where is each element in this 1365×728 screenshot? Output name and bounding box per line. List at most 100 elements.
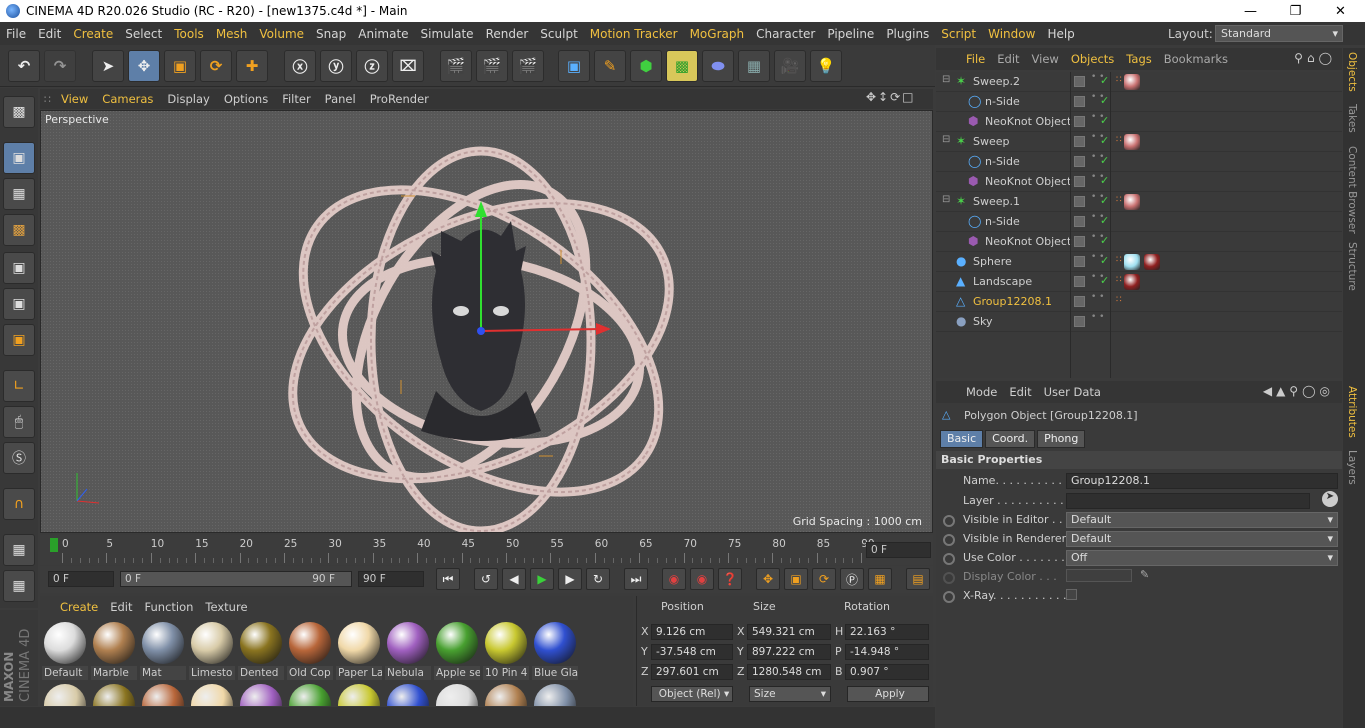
use-color-select[interactable]: Off ▾ — [1066, 550, 1338, 566]
attribute-menu-edit[interactable]: Edit — [1003, 385, 1037, 399]
layer-checkbox-icon[interactable] — [1074, 136, 1085, 147]
previous-key-icon[interactable]: ↺ — [474, 568, 498, 590]
enabled-check-icon[interactable]: ✓ — [1100, 234, 1109, 247]
rotate-tool-button[interactable]: ⟳ — [200, 50, 232, 82]
xray-checkbox[interactable] — [1066, 589, 1077, 600]
object-row-n-side[interactable]: ◯ n-Side • • ✓ — [936, 152, 1342, 172]
material-paper-la[interactable]: Paper La — [336, 620, 382, 680]
attribute-tab-coord[interactable]: Coord. — [985, 430, 1036, 448]
menu-character[interactable]: Character — [750, 27, 821, 41]
size-x-field[interactable]: 549.321 cm — [747, 624, 831, 640]
layer-checkbox-icon[interactable] — [1074, 196, 1085, 207]
points-mode-button[interactable]: ▣ — [3, 252, 35, 284]
y-axis-lock-button[interactable]: ⓨ — [320, 50, 352, 82]
material-tag-icon[interactable] — [1124, 134, 1140, 150]
start-frame-field[interactable]: 0 F — [48, 571, 114, 587]
material-limesto[interactable]: Limesto — [189, 620, 235, 680]
coordinate-system-button[interactable]: ⌧ — [392, 50, 424, 82]
object-row-neoknot-object[interactable]: ⬢ NeoKnot Object • • ✓ — [936, 172, 1342, 192]
menu-volume[interactable]: Volume — [253, 27, 310, 41]
timeline[interactable]: 051015202530354045505560657075808590 0 F — [40, 535, 933, 565]
render-settings-button[interactable]: 🎬 — [512, 50, 544, 82]
viewport-nav-icons[interactable]: ✥↕⟳□ — [866, 90, 916, 104]
side-tab-structure[interactable]: Structure — [1346, 242, 1358, 291]
model-mode-button[interactable]: ▣ — [3, 142, 35, 174]
enabled-check-icon[interactable]: ✓ — [1100, 154, 1109, 167]
viewport-menu-prorender[interactable]: ProRender — [363, 92, 436, 106]
viewport-menu-panel[interactable]: Panel — [318, 92, 363, 106]
camera-button[interactable]: 🎥 — [774, 50, 806, 82]
enabled-check-icon[interactable]: ✓ — [1100, 274, 1109, 287]
object-row-neoknot-object[interactable]: ⬢ NeoKnot Object • • ✓ — [936, 232, 1342, 252]
material-menu-edit[interactable]: Edit — [104, 600, 138, 614]
object-menu-file[interactable]: File — [960, 52, 991, 66]
material-preview-row2[interactable] — [189, 682, 235, 706]
material-tag-icon[interactable] — [1124, 254, 1140, 270]
polygons-mode-button[interactable]: ▣ — [3, 324, 35, 356]
solo-button[interactable]: Ⓢ — [3, 442, 35, 474]
attribute-menu-mode[interactable]: Mode — [960, 385, 1003, 399]
enabled-check-icon[interactable]: ✓ — [1100, 194, 1109, 207]
menu-plugins[interactable]: Plugins — [880, 27, 935, 41]
record-position-icon[interactable]: ✥ — [756, 568, 780, 590]
go-to-start-icon[interactable]: ⏮ — [436, 568, 460, 590]
minimize-button[interactable]: — — [1228, 0, 1273, 22]
size-y-field[interactable]: 897.222 cm — [747, 644, 831, 660]
layer-checkbox-icon[interactable] — [1074, 96, 1085, 107]
z-axis-lock-button[interactable]: ⓩ — [356, 50, 388, 82]
viewport-menu-view[interactable]: View — [54, 92, 95, 106]
menu-motion-tracker[interactable]: Motion Tracker — [584, 27, 684, 41]
current-frame-field[interactable]: 0 F — [866, 542, 931, 558]
enabled-check-icon[interactable]: ✓ — [1100, 74, 1109, 87]
material-preview-row2[interactable] — [91, 682, 137, 706]
light-button[interactable]: 💡 — [810, 50, 842, 82]
search-icon[interactable]: ⚲⌂◯ — [1294, 51, 1336, 65]
layer-checkbox-icon[interactable] — [1074, 316, 1085, 327]
menu-snap[interactable]: Snap — [310, 27, 352, 41]
record-parameter-icon[interactable]: Ⓟ — [840, 568, 864, 590]
render-to-picture-viewer-button[interactable]: 🎬 — [476, 50, 508, 82]
layer-checkbox-icon[interactable] — [1074, 256, 1085, 267]
layer-checkbox-icon[interactable] — [1074, 156, 1085, 167]
object-row-sweep-1[interactable]: ✶ Sweep.1 • • ✓ ∷ ⊟ — [936, 192, 1342, 212]
name-field[interactable]: Group12208.1 — [1066, 473, 1338, 489]
attribute-menu-user-data[interactable]: User Data — [1038, 385, 1107, 399]
timeline-window-icon[interactable]: ▤ — [906, 568, 930, 590]
material-old-cop[interactable]: Old Cop — [287, 620, 333, 680]
collapse-icon[interactable]: ⊟ — [942, 134, 950, 145]
object-row-sweep[interactable]: ✶ Sweep • • ✓ ∷ ⊟ — [936, 132, 1342, 152]
layer-checkbox-icon[interactable] — [1074, 176, 1085, 187]
layer-checkbox-icon[interactable] — [1074, 76, 1085, 87]
live-selection-button[interactable]: ➤ — [92, 50, 124, 82]
menu-edit[interactable]: Edit — [32, 27, 67, 41]
color-picker-icon[interactable]: ✎ — [1140, 568, 1149, 581]
viewport-menu-options[interactable]: Options — [217, 92, 275, 106]
snap-button[interactable]: ∩ — [3, 488, 35, 520]
menu-script[interactable]: Script — [935, 27, 982, 41]
viewport-menu-display[interactable]: Display — [160, 92, 216, 106]
recent-tools-button[interactable]: ✚ — [236, 50, 268, 82]
grid-button[interactable]: ▦ — [3, 570, 35, 602]
side-tab-objects[interactable]: Objects — [1346, 52, 1358, 92]
next-frame-icon[interactable]: ▶ — [558, 568, 582, 590]
material-preview-row2[interactable] — [532, 682, 578, 706]
attribute-tab-phong[interactable]: Phong — [1037, 430, 1086, 448]
viewport-menu-filter[interactable]: Filter — [275, 92, 317, 106]
material-preview-row2[interactable] — [42, 682, 88, 706]
scale-tool-button[interactable]: ▣ — [164, 50, 196, 82]
visible-in-editor-select[interactable]: Default ▾ — [1066, 512, 1338, 528]
use-color-anim-icon[interactable] — [943, 553, 955, 565]
material-tag-icon[interactable] — [1124, 194, 1140, 210]
enabled-check-icon[interactable]: ✓ — [1100, 174, 1109, 187]
redo-button[interactable]: ↷ — [44, 50, 76, 82]
visible-editor-anim-icon[interactable] — [943, 515, 955, 527]
menu-window[interactable]: Window — [982, 27, 1041, 41]
size-mode-select[interactable]: Size ▾ — [749, 686, 831, 702]
enabled-check-icon[interactable]: ✓ — [1100, 134, 1109, 147]
material-tag-icon[interactable] — [1124, 274, 1140, 290]
visible-renderer-anim-icon[interactable] — [943, 534, 955, 546]
menu-simulate[interactable]: Simulate — [415, 27, 480, 41]
menu-animate[interactable]: Animate — [352, 27, 414, 41]
layer-checkbox-icon[interactable] — [1074, 116, 1085, 127]
menu-select[interactable]: Select — [119, 27, 168, 41]
